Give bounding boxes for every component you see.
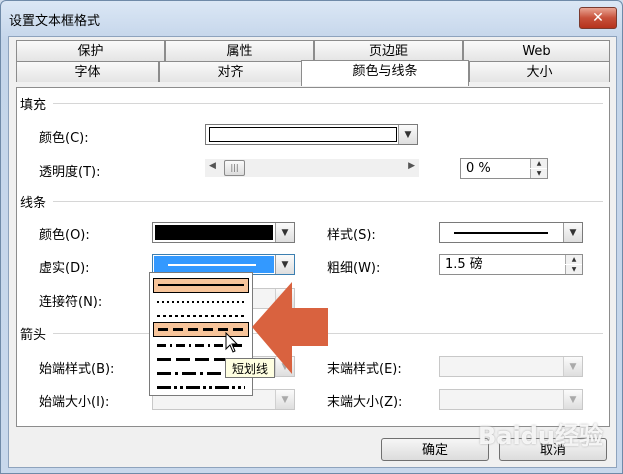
fill-color-dropdown[interactable]: ▼: [205, 124, 418, 145]
chevron-down-icon: ▼: [563, 390, 582, 409]
tab-colors-lines[interactable]: 颜色与线条: [301, 60, 469, 86]
slider-thumb[interactable]: |||: [224, 160, 245, 176]
weight-value: 1.5 磅: [445, 257, 483, 272]
line-color-dropdown[interactable]: ▼: [152, 222, 295, 243]
chevron-down-icon: ▼: [563, 357, 582, 376]
tab-margins[interactable]: 页边距: [314, 40, 463, 61]
end-style-label: 末端样式(E):: [327, 362, 402, 377]
begin-style-label: 始端样式(B):: [39, 362, 115, 377]
mouse-pointer-icon: [225, 332, 239, 353]
line-section-label: 线条: [20, 196, 47, 211]
fill-color-label: 颜色(C):: [39, 131, 89, 146]
dash-option-solid[interactable]: [153, 278, 249, 293]
solid-line-preview: [454, 232, 548, 234]
transparency-value: 0 %: [466, 161, 491, 176]
tab-panel: 填充 颜色(C): ▼ 透明度(T): ◀ ||| ▶ 0 % ▲ ▼ 线条 颜…: [16, 87, 610, 427]
tab-alignment[interactable]: 对齐: [159, 61, 302, 82]
window-title: 设置文本框格式: [9, 14, 101, 29]
begin-size-label: 始端大小(I):: [39, 395, 110, 410]
weight-label: 粗细(W):: [327, 261, 381, 276]
fill-section-label: 填充: [20, 98, 47, 113]
weight-input[interactable]: 1.5 磅 ▲ ▼: [439, 254, 583, 275]
solid-line-preview: [158, 284, 244, 286]
square-dot-preview: [157, 315, 245, 317]
chevron-down-icon: ▼: [275, 390, 294, 409]
tab-properties[interactable]: 属性: [165, 40, 314, 61]
divider: [53, 201, 603, 202]
end-size-label: 末端大小(Z):: [327, 395, 403, 410]
scroll-right-icon[interactable]: ▶: [408, 161, 415, 171]
spin-down-icon[interactable]: ▼: [565, 265, 582, 274]
scroll-left-icon[interactable]: ◀: [209, 161, 216, 171]
transparency-slider[interactable]: ◀ ||| ▶: [205, 159, 419, 177]
solid-line-preview: [168, 264, 256, 266]
line-style-dropdown[interactable]: ▼: [439, 222, 583, 243]
close-button[interactable]: ✕: [579, 7, 617, 29]
dash-label: 虚实(D):: [39, 261, 90, 276]
chevron-down-icon: ▼: [398, 125, 417, 144]
divider: [53, 103, 603, 104]
dash-option-long-dash-dot-dot[interactable]: [153, 380, 249, 394]
fill-color-swatch: [209, 127, 397, 142]
transparency-input[interactable]: 0 % ▲ ▼: [460, 158, 548, 179]
line-style-label: 样式(S):: [327, 228, 376, 243]
end-size-dropdown[interactable]: ▼: [439, 389, 583, 410]
arrows-section-label: 箭头: [20, 328, 47, 343]
spin-down-icon[interactable]: ▼: [530, 169, 547, 178]
spin-up-icon[interactable]: ▲: [565, 255, 582, 264]
long-dash-dot-dot-preview: [157, 386, 245, 389]
tooltip: 短划线: [225, 358, 275, 378]
transparency-label: 透明度(T):: [39, 165, 101, 180]
chevron-down-icon: ▼: [275, 255, 294, 274]
round-dot-preview: [157, 301, 245, 303]
dash-selected-highlight: [154, 256, 274, 273]
end-style-dropdown[interactable]: ▼: [439, 356, 583, 377]
tab-web[interactable]: Web: [463, 40, 610, 61]
chevron-down-icon: ▼: [563, 223, 582, 242]
title-bar: 设置文本框格式 ✕: [1, 1, 622, 35]
tab-protect[interactable]: 保护: [16, 40, 165, 61]
connector-label: 连接符(N):: [39, 295, 103, 310]
tab-font[interactable]: 字体: [16, 61, 159, 82]
dialog-window: 设置文本框格式 ✕ 保护 属性 页边距 Web 字体 对齐 颜色与线条 大小 填…: [0, 0, 623, 474]
dash-option-square-dot[interactable]: [153, 309, 249, 323]
dialog-client: 保护 属性 页边距 Web 字体 对齐 颜色与线条 大小 填充 颜色(C): ▼…: [8, 36, 617, 468]
ok-button[interactable]: 确定: [381, 438, 489, 461]
line-color-label: 颜色(O):: [39, 228, 90, 243]
spin-up-icon[interactable]: ▲: [530, 159, 547, 168]
dash-option-round-dot[interactable]: [153, 295, 249, 309]
watermark: Baidu经验: [478, 422, 603, 450]
line-color-swatch: [155, 225, 273, 240]
tab-size[interactable]: 大小: [469, 61, 610, 82]
chevron-down-icon: ▼: [275, 223, 294, 242]
dash-preview: [158, 328, 244, 331]
